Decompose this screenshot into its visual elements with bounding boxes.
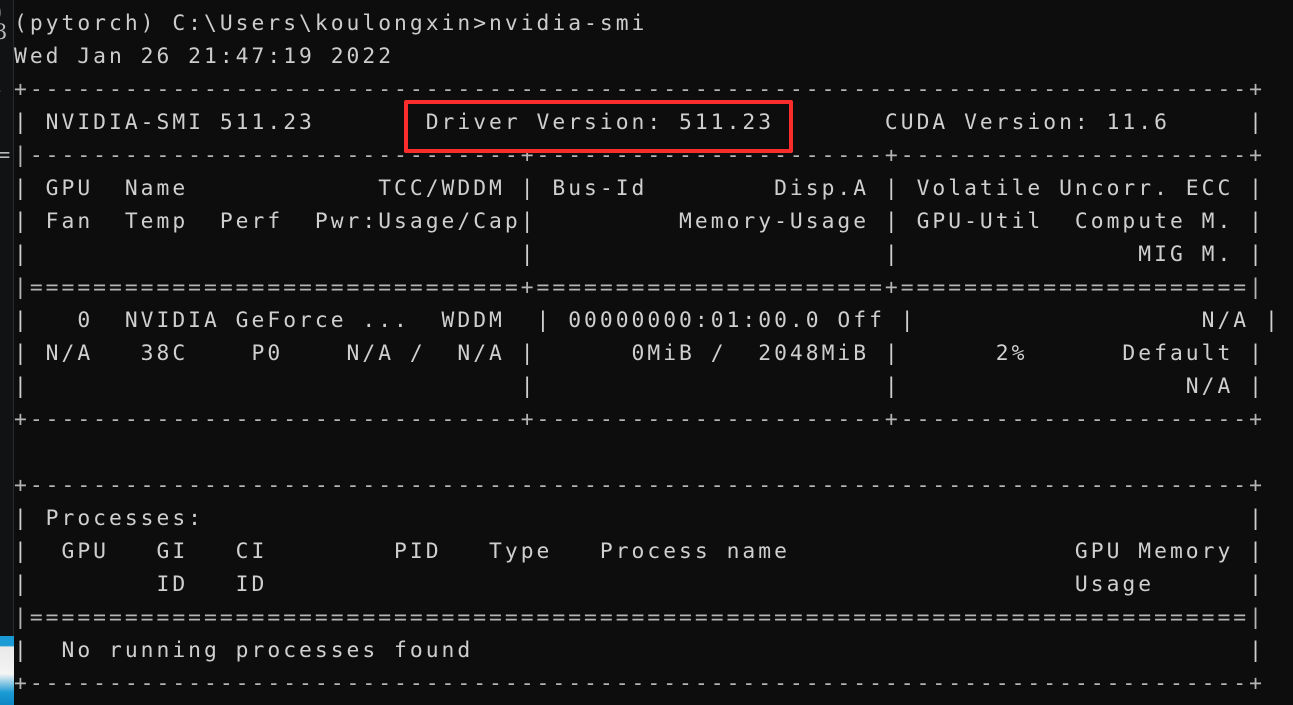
- taskbar-accent[interactable]: [0, 636, 14, 705]
- processes-header-2: | ID ID Usage |: [14, 572, 1265, 597]
- smi-header-row-1: | GPU Name TCC/WDDM | Bus-Id Disp.A | Vo…: [14, 176, 1265, 201]
- screen: ) 3 - = (pytorch) C:\Users\koulongxin>nv…: [0, 0, 1293, 705]
- smi-header-divider: |===============================+=======…: [14, 275, 1265, 300]
- gpu-divider: +-------------------------------+-------…: [14, 407, 1265, 432]
- driver-version-highlight-box: [404, 100, 793, 153]
- smi-header-row-2: | Fan Temp Perf Pwr:Usage/Cap| Memory-Us…: [14, 209, 1265, 234]
- processes-divider: |=======================================…: [14, 605, 1265, 630]
- smi-header-row-3: | | | MIG M. |: [14, 242, 1265, 267]
- processes-header-1: | GPU GI CI PID Type Process name GPU Me…: [14, 539, 1265, 564]
- clipped-char-3: =: [0, 143, 12, 167]
- timestamp-line: Wed Jan 26 21:47:19 2022: [14, 44, 395, 69]
- processes-border-bottom: +---------------------------------------…: [14, 671, 1265, 696]
- gpu-row-2: | N/A 38C P0 N/A / N/A | 0MiB / 2048MiB …: [14, 341, 1265, 366]
- gpu-row-1: | 0 NVIDIA GeForce ... WDDM | 00000000:0…: [14, 308, 1281, 333]
- window-divider: [13, 0, 14, 705]
- gpu-row-3: | | | N/A |: [14, 374, 1265, 399]
- processes-title: | Processes: |: [14, 506, 1265, 531]
- clipped-char-1: 3: [0, 20, 8, 44]
- clipped-char-2: -: [0, 80, 1, 101]
- background-window-strip: ) 3 - =: [0, 0, 14, 705]
- prompt-line: (pytorch) C:\Users\koulongxin>nvidia-smi: [14, 11, 648, 36]
- processes-empty-message: | No running processes found |: [14, 638, 1265, 663]
- processes-border-top: +---------------------------------------…: [14, 473, 1265, 498]
